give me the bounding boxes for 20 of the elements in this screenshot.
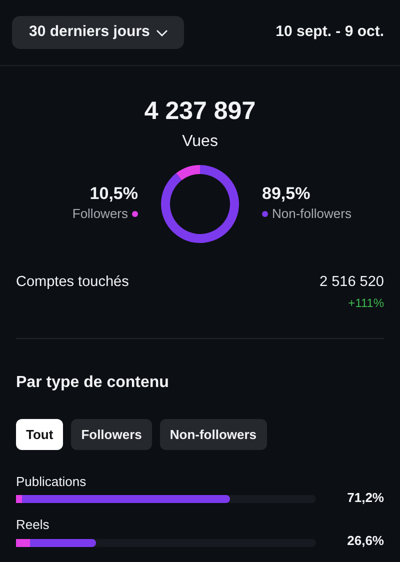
reach-label: Comptes touchés <box>16 273 129 292</box>
views-count: 4 237 897 <box>144 96 256 126</box>
chevron-down-icon <box>156 28 168 36</box>
filter-tab[interactable]: Non-followers <box>160 418 267 450</box>
content-type-percent: 26,6% <box>347 532 384 550</box>
legend-percent: 10,5% <box>90 184 138 204</box>
legend-percent: 89,5% <box>262 184 310 204</box>
content-type-label: Reels <box>16 516 50 534</box>
period-dropdown-button[interactable]: 30 derniers jours <box>12 16 184 49</box>
filter-tab[interactable]: Tout <box>16 418 64 450</box>
legend-label: Non-followers <box>272 205 352 224</box>
legend-label: Followers <box>72 205 128 224</box>
content-type-label: Publications <box>16 472 88 491</box>
content-type-percent: 71,2% <box>347 488 384 507</box>
section-title: Par type de contenu <box>16 372 170 393</box>
filter-tab[interactable]: Followers <box>71 418 152 450</box>
date-range: 10 sept. - 9 oct. <box>276 22 384 42</box>
views-label: Vues <box>182 132 218 152</box>
reach-change: +111% <box>348 294 384 312</box>
reach-value: 2 516 520 <box>319 273 384 292</box>
